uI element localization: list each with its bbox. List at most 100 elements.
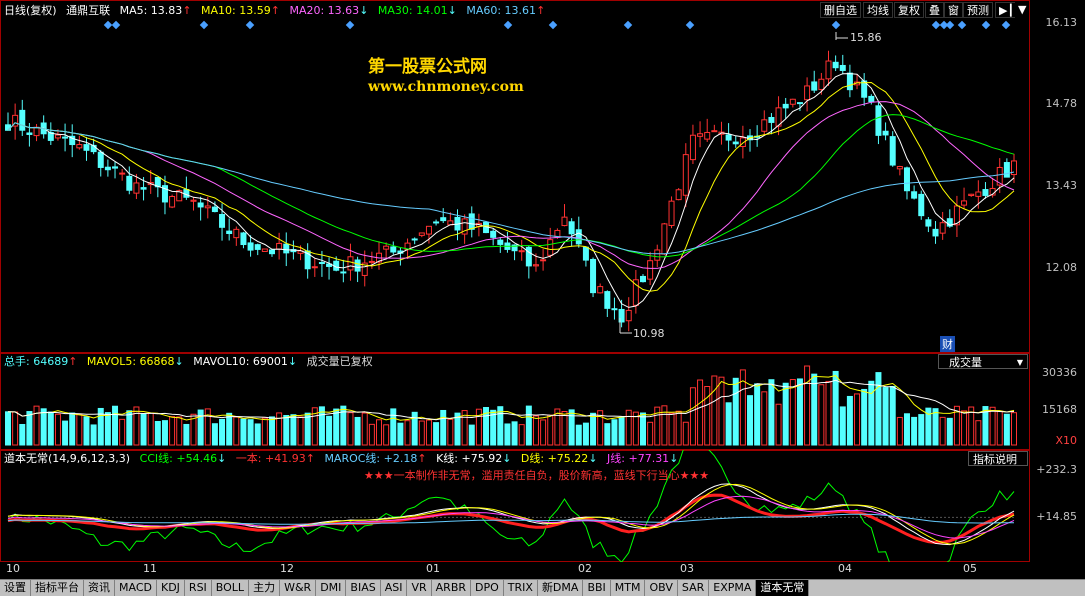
tab-13[interactable]: ARBR [432,580,472,596]
tab-2[interactable]: 资讯 [84,580,115,596]
event-marker-6 [548,20,558,30]
candle-body [268,249,275,255]
tab-0[interactable]: 设置 [0,580,31,596]
indicator-tab-bar: 设置 指标平台 资讯 MACD KDJ RSI BOLL 主力 W&R DMI BIAS ASI VR A… [0,579,1085,596]
candle-body [204,205,211,209]
volume-bar [625,409,632,446]
candle-body [5,124,11,131]
volume-bar [547,414,554,446]
volume-bar [1011,412,1017,446]
candle-body [276,242,283,250]
candle-body [104,166,111,171]
volume-bar [425,419,432,446]
volume-bar [846,395,853,446]
volume-bar [119,418,126,446]
candle-body [625,309,632,322]
volume-bar [83,416,90,446]
volume-bar [511,421,518,446]
volume-bar [939,416,946,446]
tab-6[interactable]: BOLL [212,580,250,596]
volume-bar [918,414,925,446]
volume-tick-2: 15168 [1042,403,1077,416]
volume-bar [447,418,454,446]
volume-bar [197,409,204,446]
candle-body [54,134,61,139]
candle-body [604,291,611,309]
candle-body [318,262,325,265]
volume-bar [611,419,618,446]
candle-body [525,246,532,267]
volume-bar [468,424,475,446]
x-tick-04: 04 [838,562,852,575]
indicator-chart[interactable] [0,450,1030,562]
tab-5[interactable]: RSI [185,580,212,596]
candle-body [133,182,140,194]
candle-body [540,259,547,262]
event-marker-5 [503,20,513,30]
volume-bar [33,405,40,446]
price-tick-2: 14.78 [1045,97,1078,110]
candle-body [390,246,397,253]
x-tick-03: 03 [680,562,694,575]
volume-bar [326,415,333,446]
candle-body [261,248,268,252]
candle-body [768,116,775,123]
candle-body [26,132,33,135]
tab-11[interactable]: ASI [381,580,408,596]
volume-bar [333,408,340,446]
volume-bar [718,376,725,446]
tab-10[interactable]: BIAS [346,580,381,596]
tab-15[interactable]: TRIX [504,580,538,596]
candle-body [140,187,147,190]
candle-body [782,103,789,109]
volume-bar [568,409,575,446]
candle-body [932,228,939,237]
price-tick-1: 16.13 [1045,16,1078,29]
tab-7[interactable]: 主力 [249,580,281,596]
high-price-label: 15.86 [850,31,882,44]
tab-21[interactable]: EXPMA [709,580,757,596]
candlestick-chart[interactable] [0,0,1030,353]
tab-9[interactable]: DMI [316,580,347,596]
tab-16[interactable]: 新DMA [538,580,584,596]
volume-bar [176,416,183,446]
volume-bar [297,416,304,446]
volume-bar [946,417,953,446]
tab-12[interactable]: VR [407,580,432,596]
candle-body [1003,162,1010,178]
candle-body [697,133,704,137]
tab-18[interactable]: MTM [611,580,646,596]
price-tick-4: 12.08 [1045,261,1078,274]
tab-4[interactable]: KDJ [157,580,185,596]
volume-bar [682,421,689,446]
candle-body [490,230,497,238]
tab-14[interactable]: DPO [471,580,504,596]
candle-body [575,229,582,245]
candle-body [240,232,247,246]
tab-1[interactable]: 指标平台 [31,580,84,596]
finance-marker[interactable]: 财 [940,336,955,352]
candle-body [211,206,218,213]
volume-bar [226,412,233,446]
candle-body [582,246,589,261]
tab-3[interactable]: MACD [115,580,157,596]
candle-body [832,61,839,69]
tab-20[interactable]: SAR [678,580,710,596]
volume-bar [989,406,996,446]
tab-22[interactable]: 道本无常 [756,580,810,596]
candle-body [939,222,946,234]
volume-chart[interactable] [0,353,1030,450]
tab-8[interactable]: W&R [280,580,317,596]
candle-body [347,256,354,271]
candle-body [119,172,126,175]
tab-17[interactable]: BBI [583,580,611,596]
candle-body [761,119,768,132]
candle-body [918,193,925,217]
volume-bar [732,377,739,446]
candle-body [896,166,903,170]
volume-bar [590,412,597,446]
candle-body [19,109,26,131]
tab-19[interactable]: OBV [645,580,678,596]
volume-bar [839,406,846,446]
volume-bar [882,387,889,446]
